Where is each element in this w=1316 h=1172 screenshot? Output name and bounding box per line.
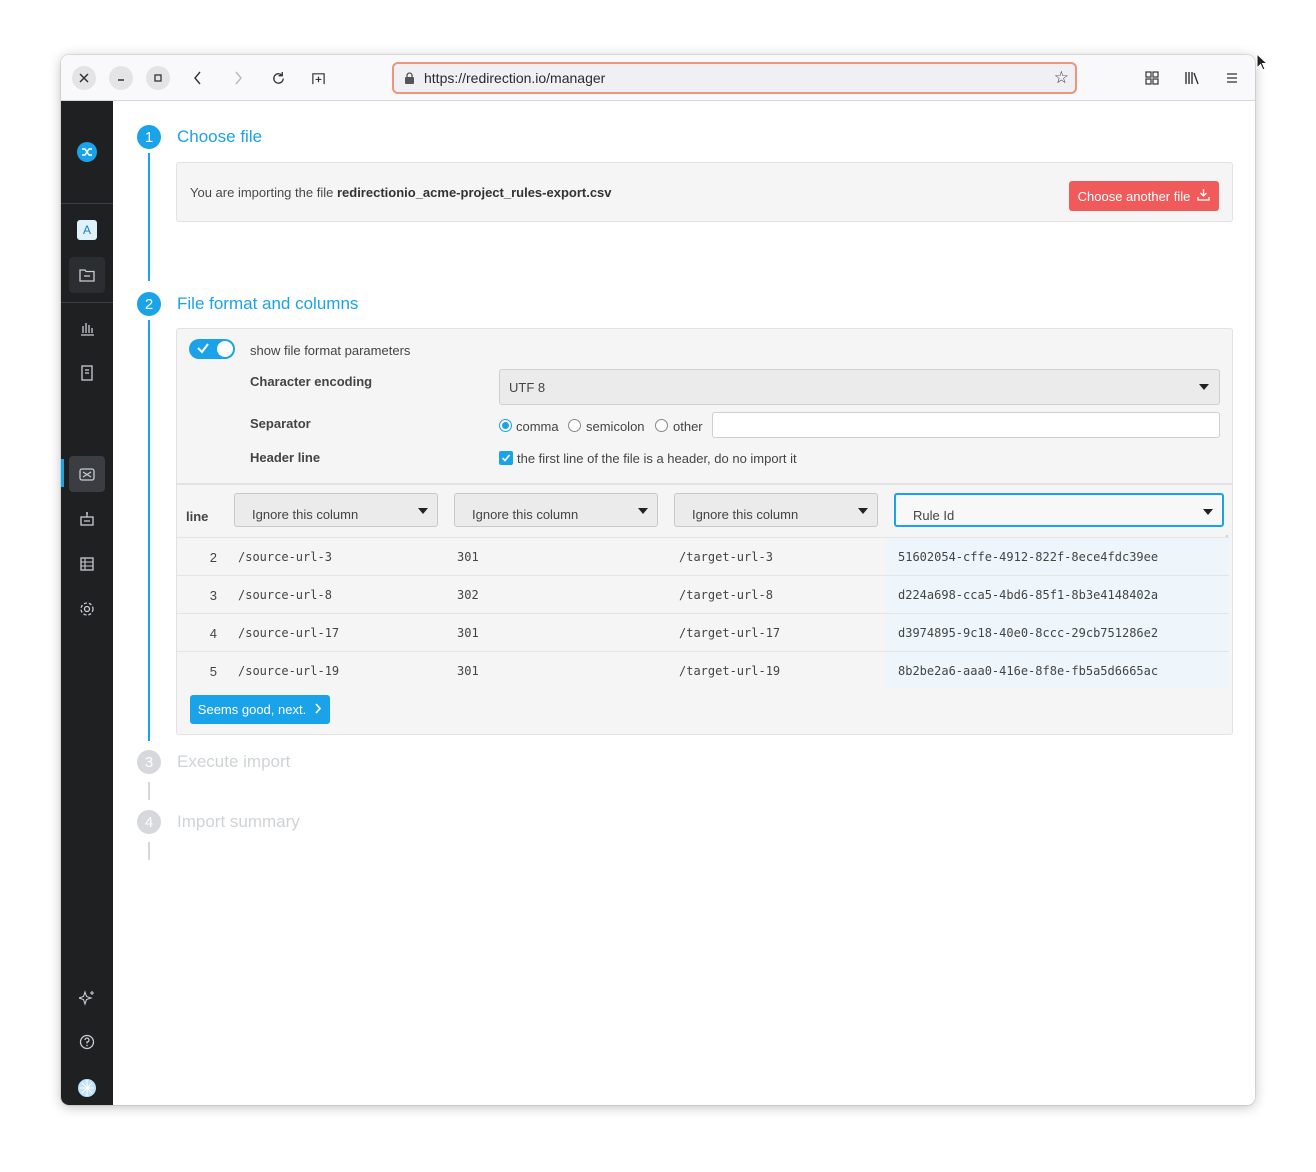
format-params-toggle[interactable] — [189, 339, 235, 359]
step-3-number: 3 — [137, 750, 161, 774]
app-sidebar: A — [61, 101, 113, 1105]
step-2-number: 2 — [137, 292, 161, 316]
caret-down-icon — [858, 508, 868, 514]
minimize-icon[interactable] — [109, 66, 133, 90]
browser-toolbar: https://redirection.io/manager ☆ — [61, 55, 1255, 101]
address-bar[interactable]: https://redirection.io/manager ☆ — [392, 62, 1077, 94]
file-format-panel: show file format parameters Character en… — [176, 328, 1233, 735]
analytics-icon[interactable] — [69, 310, 105, 346]
lock-icon — [402, 71, 416, 85]
step-4-title: Import summary — [177, 812, 300, 831]
sparkles-icon[interactable] — [69, 980, 105, 1016]
step-2-connector — [148, 320, 150, 741]
step-2-title[interactable]: File format and columns — [177, 294, 358, 314]
maximize-icon[interactable] — [146, 66, 170, 90]
separator-semicolon-radio[interactable] — [568, 419, 581, 432]
format-params-label: show file format parameters — [250, 343, 411, 358]
caret-down-icon — [418, 508, 428, 514]
table-row: 3 /source-url-8 302 /target-url-8 d224a6… — [177, 575, 1229, 613]
back-icon[interactable] — [186, 66, 210, 90]
projects-icon[interactable] — [69, 257, 105, 293]
table-row: 5 /source-url-19 301 /target-url-19 8b2b… — [177, 651, 1229, 689]
step-1-number: 1 — [137, 125, 161, 149]
choose-file-panel: You are importing the file redirectionio… — [176, 162, 1233, 222]
redirection-io-logo[interactable] — [69, 134, 105, 170]
separator-other-radio[interactable] — [655, 419, 668, 432]
table-row: 2 /source-url-3 301 /target-url-3 516020… — [177, 537, 1229, 575]
download-icon — [1197, 188, 1211, 204]
mouse-cursor-icon — [1256, 52, 1269, 76]
import-file-text: You are importing the file redirectionio… — [190, 185, 612, 200]
header-line-label: Header line — [250, 450, 321, 465]
line-column-header: line — [186, 509, 209, 524]
separator-label: Separator — [250, 416, 311, 431]
menu-icon[interactable] — [1220, 66, 1244, 90]
settings-icon[interactable] — [69, 591, 105, 627]
project-avatar[interactable]: A — [69, 212, 105, 248]
table-row: 4 /source-url-17 301 /target-url-17 d397… — [177, 613, 1229, 651]
header-line-checkbox[interactable] — [499, 451, 513, 465]
column-mapping-table: line Ignore this column Ignore this colu… — [177, 483, 1233, 733]
step-1-title[interactable]: Choose file — [177, 127, 262, 147]
step-3-connector — [148, 782, 150, 800]
forward-icon[interactable] — [226, 66, 250, 90]
choose-another-file-button[interactable]: Choose another file — [1069, 181, 1219, 211]
encoding-select[interactable]: UTF 8 — [499, 369, 1220, 405]
close-icon[interactable] — [72, 66, 96, 90]
instances-icon[interactable] — [69, 501, 105, 537]
encoding-label: Character encoding — [250, 374, 373, 389]
separator-other-label[interactable]: other — [673, 419, 703, 434]
reload-icon[interactable] — [266, 66, 290, 90]
separator-semicolon-label[interactable]: semicolon — [586, 419, 645, 434]
seems-good-next-button[interactable]: Seems good, next. — [190, 695, 330, 724]
chevron-right-icon — [314, 702, 322, 717]
step-3-title: Execute import — [177, 752, 291, 771]
pages-icon[interactable] — [69, 546, 105, 582]
separator-other-input[interactable] — [712, 412, 1220, 438]
column-3-select[interactable]: Ignore this column — [674, 493, 878, 527]
column-2-select[interactable]: Ignore this column — [454, 493, 658, 527]
import-filename: redirectionio_acme-project_rules-export.… — [336, 185, 612, 200]
check-icon — [196, 341, 210, 360]
rules-icon[interactable] — [69, 456, 105, 492]
step-1-connector — [148, 153, 150, 281]
extensions-icon[interactable] — [1140, 66, 1164, 90]
separator-comma-label[interactable]: comma — [516, 419, 559, 434]
caret-down-icon — [638, 508, 648, 514]
url-text: https://redirection.io/manager — [424, 70, 606, 86]
caret-down-icon — [1203, 509, 1213, 515]
help-icon[interactable] — [69, 1024, 105, 1060]
caret-down-icon — [1199, 384, 1209, 390]
column-4-select[interactable]: Rule Id — [894, 493, 1224, 527]
import-wizard: 1 Choose file You are importing the file… — [113, 101, 1255, 1105]
new-tab-icon[interactable] — [306, 66, 330, 90]
column-1-select[interactable]: Ignore this column — [234, 493, 438, 527]
step-4-number: 4 — [137, 810, 161, 834]
step-4-connector — [148, 842, 150, 860]
language-icon[interactable] — [69, 1070, 105, 1105]
separator-comma-radio[interactable] — [499, 419, 512, 432]
browser-window: https://redirection.io/manager ☆ A 1 Cho… — [61, 55, 1255, 1105]
library-icon[interactable] — [1180, 66, 1204, 90]
logs-icon[interactable] — [69, 355, 105, 391]
bookmark-star-icon[interactable]: ☆ — [1054, 69, 1069, 87]
header-line-checkbox-label[interactable]: the first line of the file is a header, … — [517, 451, 797, 466]
